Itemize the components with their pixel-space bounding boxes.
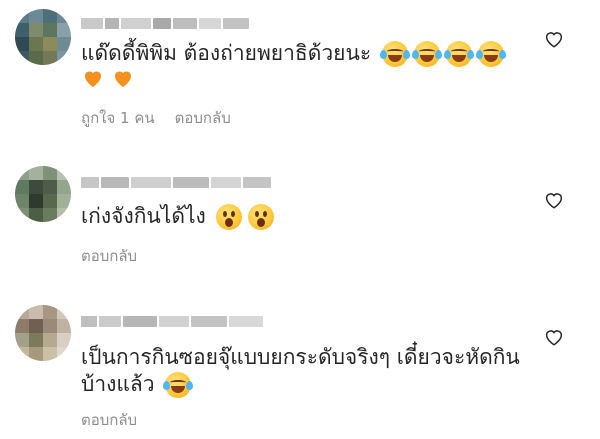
emoji-row: [379, 41, 506, 67]
face-with-tears-of-joy-icon: [163, 372, 194, 398]
face-with-tears-of-joy-icon: [411, 41, 442, 67]
orange-heart-icon: [81, 66, 105, 90]
username-blurred[interactable]: [81, 314, 263, 328]
reply-button[interactable]: ตอบกลับ: [175, 106, 231, 130]
username-blurred[interactable]: [81, 175, 271, 189]
comment-body: เก่งจังกินได้ไง: [81, 204, 206, 228]
like-heart-icon[interactable]: [544, 328, 564, 346]
reply-button[interactable]: ตอบกลับ: [81, 244, 137, 268]
comment-body-line1: เป็นการกินซอยจุ๊แบบยกระดับจริงๆ เดี๋ยวจะ…: [81, 345, 520, 369]
face-with-tears-of-joy-icon: [379, 41, 410, 67]
face-with-tears-of-joy-icon: [475, 41, 506, 67]
comment-text: เก่งจังกินได้ไง: [81, 201, 275, 231]
comment-text: เป็นการกินซอยจุ๊แบบยกระดับจริงๆ เดี๋ยวจะ…: [81, 342, 520, 372]
comment-meta: ถูกใจ 1 คน ตอบกลับ: [81, 106, 231, 130]
likes-count-link[interactable]: ถูกใจ 1 คน: [81, 106, 155, 130]
avatar[interactable]: [15, 166, 71, 222]
like-heart-icon[interactable]: [544, 191, 564, 209]
comment-text: แด๊ดดี้พิพิม ต้องถ่ายพยาธิด้วยนะ: [81, 38, 506, 68]
face-with-tears-of-joy-icon: [443, 41, 474, 67]
like-heart-icon[interactable]: [544, 30, 564, 48]
emoji-row: [216, 204, 275, 230]
comment-meta: ตอบกลับ: [81, 408, 137, 432]
avatar[interactable]: [15, 305, 71, 361]
reply-button[interactable]: ตอบกลับ: [81, 408, 137, 432]
comment-meta: ตอบกลับ: [81, 244, 137, 268]
comment-hearts: [81, 66, 141, 98]
face-with-open-mouth-icon: [248, 204, 275, 230]
comment-body: แด๊ดดี้พิพิม ต้องถ่ายพยาธิด้วยนะ: [81, 41, 372, 65]
avatar[interactable]: [15, 9, 71, 65]
username-blurred[interactable]: [81, 16, 249, 30]
comment-body-line2: บ้างแล้ว: [81, 372, 155, 396]
face-with-open-mouth-icon: [216, 204, 243, 230]
comment-text: บ้างแล้ว: [81, 369, 194, 399]
emoji-row: [163, 372, 194, 398]
orange-heart-icon: [111, 66, 135, 90]
